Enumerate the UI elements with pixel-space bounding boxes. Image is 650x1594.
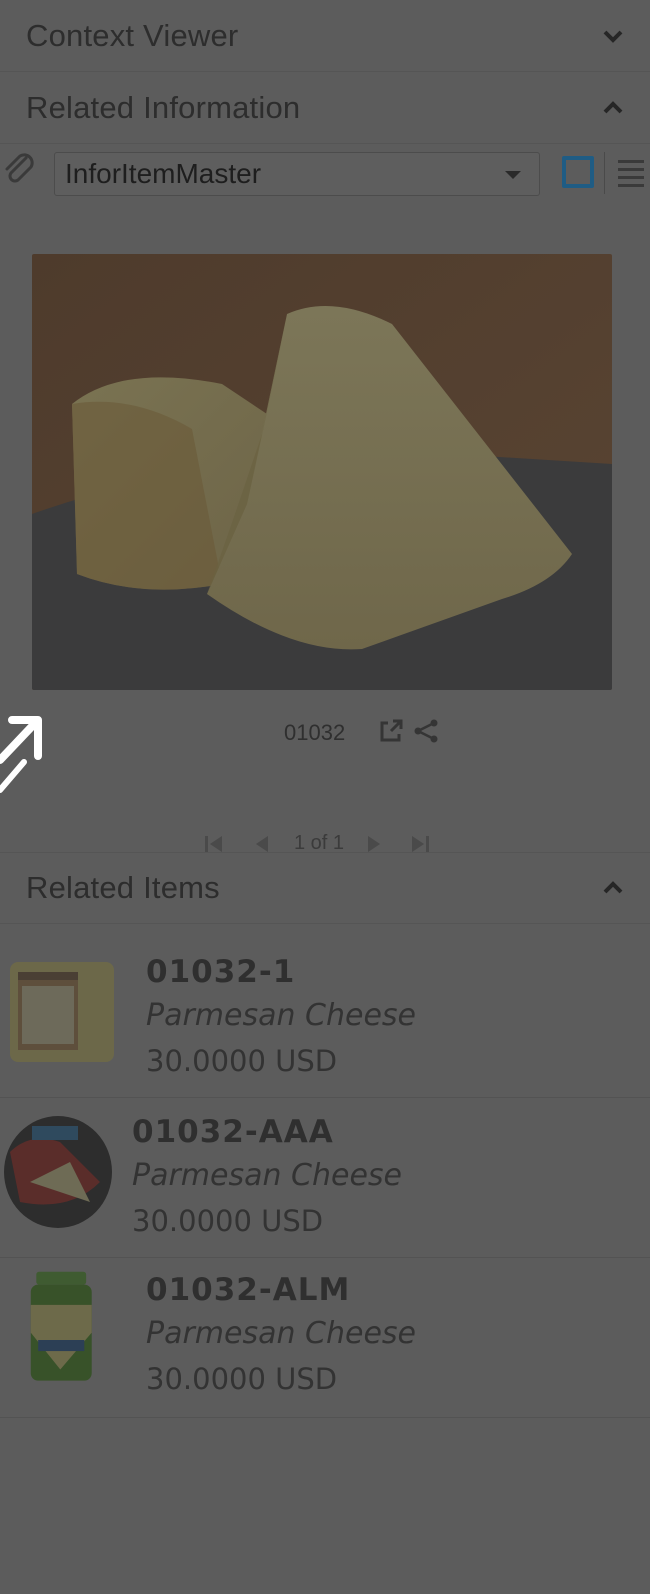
item-code: 01032-1 — [146, 954, 296, 990]
related-information-toolbar: InforItemMaster — [0, 144, 650, 204]
document-preview-image[interactable] — [32, 254, 612, 690]
related-information-header[interactable]: Related Information — [0, 72, 650, 144]
paperclip-icon[interactable] — [2, 152, 36, 188]
view-divider — [604, 152, 605, 194]
document-caption-row: 01032 — [0, 712, 650, 752]
chevron-up-icon[interactable] — [602, 877, 624, 899]
list-item[interactable]: 01032-ALM Parmesan Cheese 30.0000 USD — [0, 1258, 650, 1418]
context-viewer-title: Context Viewer — [26, 17, 239, 53]
item-thumbnail — [30, 1271, 92, 1381]
item-price: 30.0000 USD — [146, 1362, 338, 1396]
parmesan-photo — [32, 254, 612, 690]
share-icon[interactable] — [412, 718, 440, 744]
document-type-select[interactable]: InforItemMaster — [54, 152, 540, 196]
mouse-cursor-icon — [0, 716, 42, 793]
chevron-up-icon[interactable] — [602, 97, 624, 119]
document-caption: 01032 — [284, 720, 346, 745]
item-thumbnail — [4, 1116, 112, 1228]
item-description: Parmesan Cheese — [146, 998, 417, 1033]
item-price: 30.0000 USD — [132, 1204, 324, 1238]
external-link-icon[interactable] — [378, 718, 404, 744]
caret-down-icon — [505, 171, 521, 179]
tile-view-icon[interactable] — [562, 156, 594, 188]
chevron-down-icon[interactable] — [602, 25, 624, 47]
related-items-title: Related Items — [26, 870, 220, 905]
list-item[interactable]: 01032-1 Parmesan Cheese 30.0000 USD — [0, 938, 650, 1098]
item-code: 01032-ALM — [146, 1272, 351, 1308]
related-information-panel: Context Viewer Related Information Infor… — [0, 0, 650, 1594]
list-item[interactable]: 01032-AAA Parmesan Cheese 30.0000 USD — [0, 1098, 650, 1258]
context-viewer-header[interactable]: Context Viewer — [0, 0, 650, 72]
item-price: 30.0000 USD — [146, 1044, 338, 1078]
related-information-title: Related Information — [26, 89, 301, 125]
related-items-list: 01032-1 Parmesan Cheese 30.0000 USD 0103… — [0, 938, 650, 1418]
item-description: Parmesan Cheese — [132, 1158, 403, 1193]
item-thumbnail — [10, 962, 114, 1062]
item-description: Parmesan Cheese — [146, 1316, 417, 1351]
document-type-value: InforItemMaster — [65, 158, 262, 189]
item-code: 01032-AAA — [132, 1114, 334, 1150]
related-items-header[interactable]: Related Items — [0, 852, 650, 924]
list-view-icon[interactable] — [616, 156, 646, 190]
